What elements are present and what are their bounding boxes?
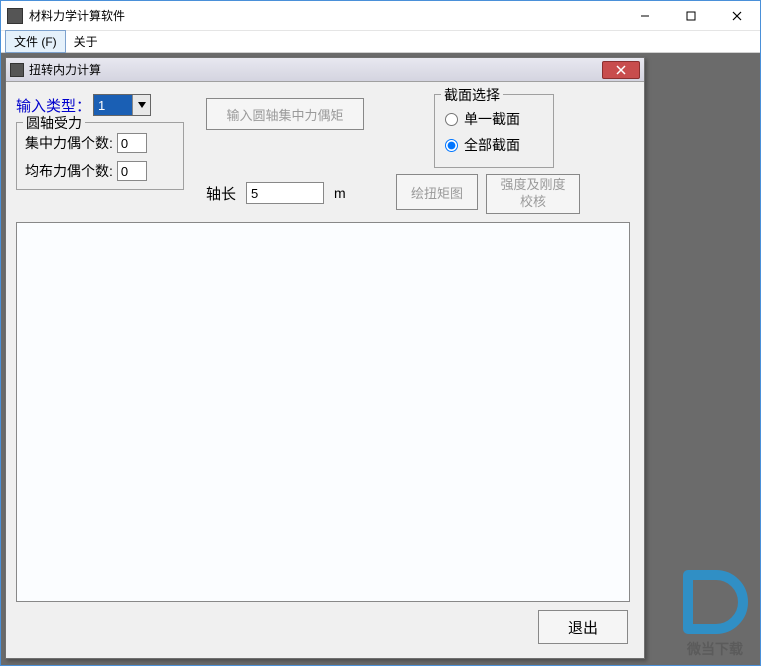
- minimize-button[interactable]: [622, 1, 668, 31]
- shaft-force-group: 圆轴受力 集中力偶个数: 均布力偶个数:: [16, 122, 184, 190]
- mdi-client-area: 扭转内力计算 输入类型： 1: [1, 53, 760, 665]
- exit-button[interactable]: 退出: [538, 610, 628, 644]
- child-title: 扭转内力计算: [29, 61, 101, 78]
- menu-about[interactable]: 关于: [66, 31, 106, 52]
- window-controls: [622, 1, 760, 31]
- draw-torque-button[interactable]: 绘扭矩图: [396, 174, 478, 210]
- app-title: 材料力学计算软件: [29, 7, 125, 24]
- child-window: 扭转内力计算 输入类型： 1: [5, 57, 645, 659]
- input-type-combo[interactable]: 1: [93, 94, 151, 116]
- section-single-label: 单一截面: [464, 109, 520, 129]
- menubar: 文件 (F) 关于: [1, 31, 760, 53]
- dropdown-arrow-icon[interactable]: [132, 95, 150, 115]
- watermark-logo-icon: [676, 567, 754, 637]
- close-button[interactable]: [714, 1, 760, 31]
- shaft-force-legend: 圆轴受力: [23, 113, 85, 133]
- main-titlebar: 材料力学计算软件: [1, 1, 760, 31]
- axis-length-input[interactable]: [246, 182, 324, 204]
- axis-length-row: 轴长 m: [206, 182, 346, 204]
- maximize-button[interactable]: [668, 1, 714, 31]
- child-icon: [10, 63, 24, 77]
- input-type-value: 1: [94, 95, 132, 115]
- plot-canvas: [16, 222, 630, 602]
- section-select-group: 截面选择 单一截面 全部截面: [434, 94, 554, 168]
- strength-check-button[interactable]: 强度及刚度校核: [486, 174, 580, 214]
- child-body: 输入类型： 1 圆轴受力 集中力偶个数:: [6, 82, 644, 658]
- axis-length-label: 轴长: [206, 183, 236, 204]
- watermark: 微当下载: [676, 567, 754, 659]
- section-single-radio[interactable]: [445, 113, 458, 126]
- watermark-text: 微当下载: [676, 639, 754, 659]
- concentrated-count-label: 集中力偶个数:: [25, 133, 113, 153]
- distributed-count-label: 均布力偶个数:: [25, 161, 113, 181]
- child-close-button[interactable]: [602, 61, 640, 79]
- app-icon: [7, 8, 23, 24]
- section-all-label: 全部截面: [464, 135, 520, 155]
- concentrated-count-input[interactable]: [117, 133, 147, 153]
- section-legend: 截面选择: [441, 85, 503, 105]
- menu-file[interactable]: 文件 (F): [5, 30, 66, 53]
- main-window: 材料力学计算软件 文件 (F) 关于 扭转内力计算: [0, 0, 761, 666]
- distributed-count-input[interactable]: [117, 161, 147, 181]
- section-all-radio[interactable]: [445, 139, 458, 152]
- axis-unit-label: m: [334, 185, 346, 201]
- child-titlebar: 扭转内力计算: [6, 58, 644, 82]
- input-moment-button[interactable]: 输入圆轴集中力偶矩: [206, 98, 364, 130]
